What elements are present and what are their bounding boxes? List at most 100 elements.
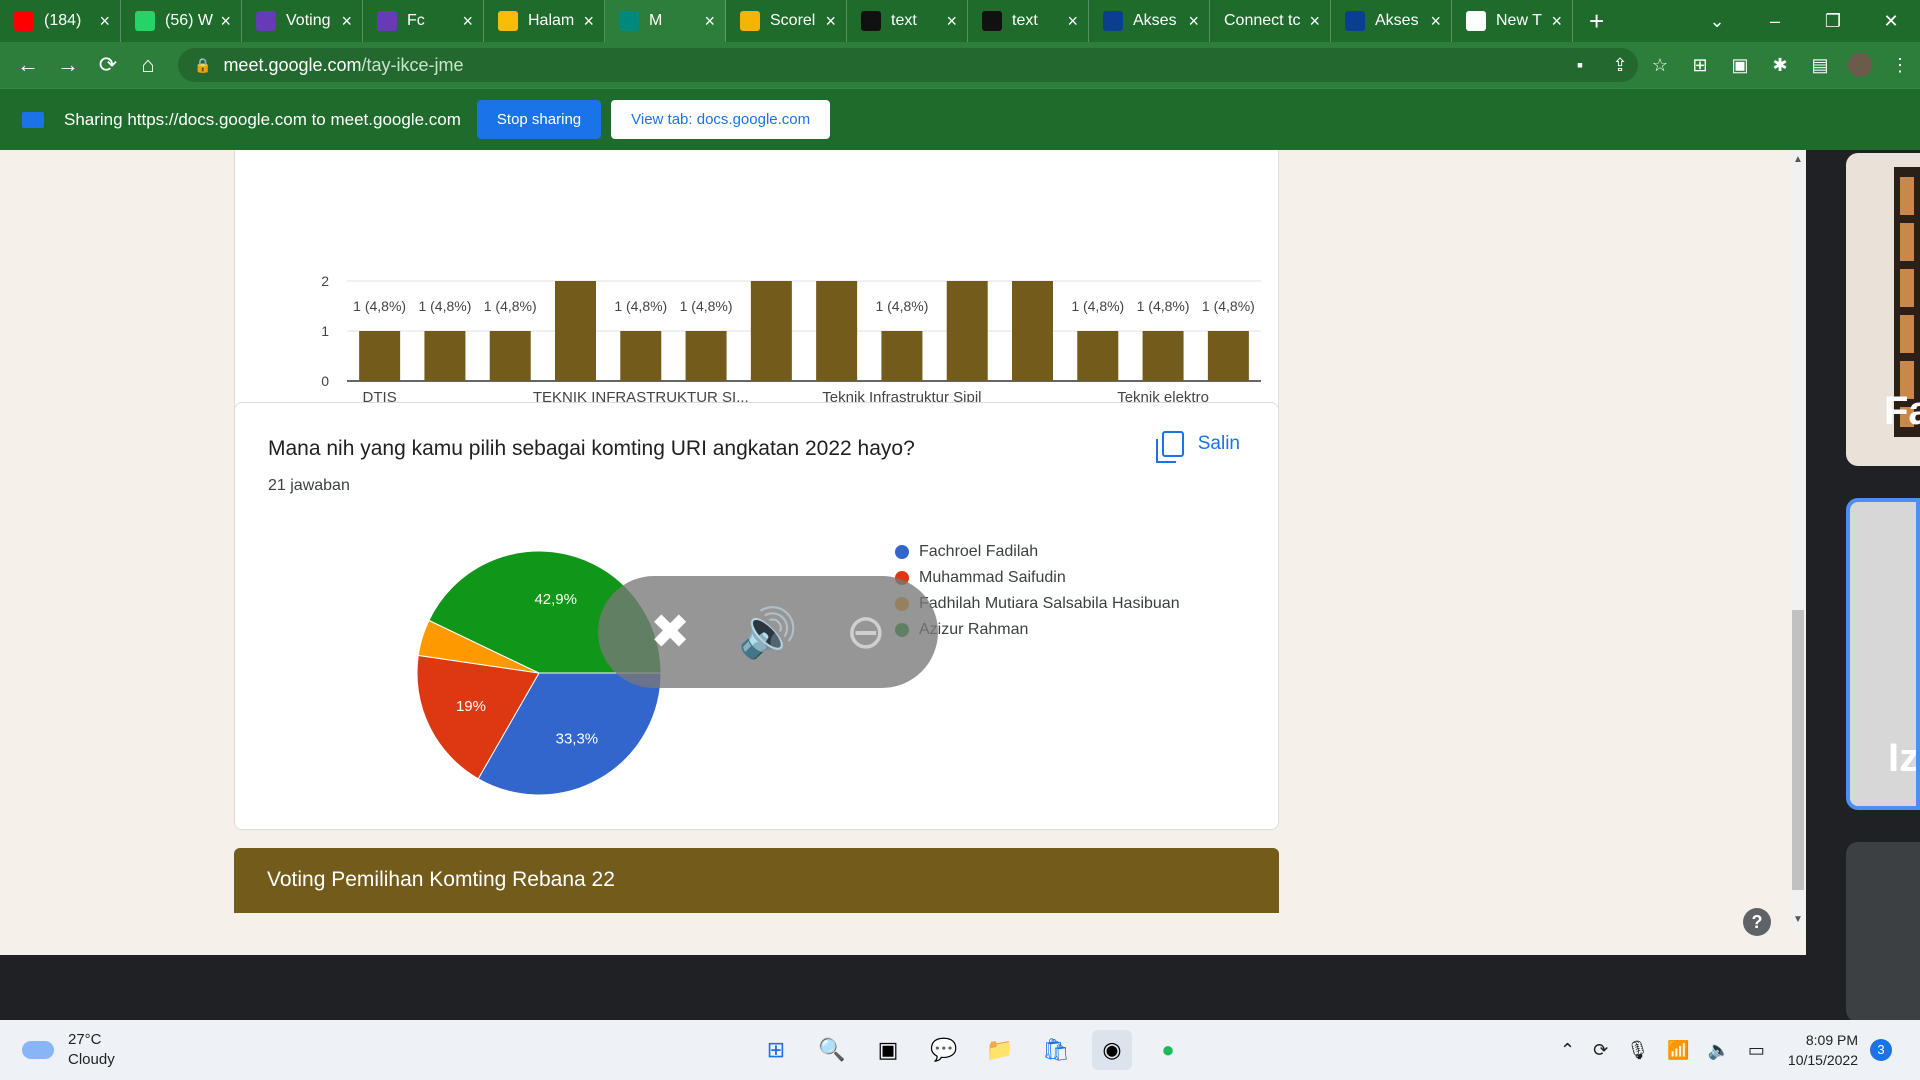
screen-share-bar: Sharing https://docs.google.com to meet.… xyxy=(0,88,1920,150)
minimize-icon[interactable]: – xyxy=(1746,11,1804,32)
presentation-controls-overlay: ✖ 🔊 ⊖ xyxy=(598,576,938,688)
tab-search-icon[interactable]: ⌄ xyxy=(1688,11,1746,32)
view-tab-button[interactable]: View tab: docs.google.com xyxy=(611,100,831,139)
close-tab-icon[interactable]: × xyxy=(825,11,836,32)
close-tab-icon[interactable]: × xyxy=(1067,11,1078,32)
temperature: 27°C xyxy=(68,1031,102,1048)
browser-tab[interactable]: Akses × xyxy=(1331,0,1452,42)
profile-avatar[interactable] xyxy=(1848,53,1872,77)
scroll-down-icon[interactable]: ▼ xyxy=(1790,914,1806,925)
close-window-icon[interactable]: ✕ xyxy=(1862,11,1920,32)
address-bar[interactable]: 🔒 meet.google.com/tay-ikce-jme xyxy=(178,48,1638,82)
back-icon[interactable]: ← xyxy=(8,52,48,78)
windows-start-icon[interactable]: ⊞ xyxy=(756,1030,796,1070)
lock-icon: 🔒 xyxy=(194,56,212,73)
browser-tab[interactable]: New T × xyxy=(1452,0,1573,42)
speaker-icon[interactable]: 🔈 xyxy=(1707,1040,1729,1061)
participant-tile[interactable]: Fa xyxy=(1846,153,1920,466)
bar-data-label: 1 (4,8%) xyxy=(484,298,537,314)
bar-data-label: 1 (4,8%) xyxy=(1071,298,1124,314)
menu-dots-icon[interactable]: ⋮ xyxy=(1880,55,1920,76)
sidepanel-icon[interactable]: ▤ xyxy=(1800,55,1840,76)
close-tab-icon[interactable]: × xyxy=(1188,11,1199,32)
puzzle-icon[interactable]: ✱ xyxy=(1760,55,1800,76)
sync-icon[interactable]: ⟳ xyxy=(1593,1040,1608,1061)
bar xyxy=(1207,331,1249,381)
bar xyxy=(946,281,988,381)
translate-icon[interactable]: ⊞ xyxy=(1680,55,1720,76)
whatsapp-icon xyxy=(135,11,155,31)
unpin-icon[interactable]: ✖ xyxy=(650,604,690,660)
browser-tab[interactable]: Fc × xyxy=(363,0,484,42)
url-path: /tay-ikce-jme xyxy=(361,54,464,75)
new-tab-icon[interactable]: + xyxy=(1589,6,1604,37)
weather-widget[interactable]: 27°C Cloudy xyxy=(22,1030,115,1070)
browser-tab[interactable]: text × xyxy=(968,0,1089,42)
legend-label: Muhammad Saifudin xyxy=(919,569,1066,586)
participant-initials: Iz xyxy=(1888,736,1920,780)
tab-strip: (184) × (56) W × Voting × Fc × Halam × M × Scorel × te… xyxy=(0,0,1920,42)
bar-data-label: 1 (4,8%) xyxy=(614,298,667,314)
battery-icon[interactable]: ▭ xyxy=(1748,1040,1765,1061)
clock[interactable]: 8:09 PM 10/15/2022 xyxy=(1788,1030,1858,1070)
notification-badge[interactable]: 3 xyxy=(1870,1039,1892,1061)
file-explorer-icon[interactable]: 📁 xyxy=(980,1030,1020,1070)
tab-label: (56) W xyxy=(165,12,213,29)
copy-icon xyxy=(1155,431,1184,463)
wifi-icon[interactable]: 📶 xyxy=(1667,1040,1689,1061)
restore-icon[interactable]: ❐ xyxy=(1804,11,1862,32)
browser-tab[interactable]: M × xyxy=(605,0,726,42)
pie-slice-label: 33,3% xyxy=(556,730,599,747)
window-controls: ⌄ – ❐ ✕ xyxy=(1688,0,1920,42)
close-tab-icon[interactable]: × xyxy=(946,11,957,32)
camera-icon[interactable]: ▪ xyxy=(1560,55,1600,76)
close-tab-icon[interactable]: × xyxy=(1309,11,1320,32)
microphone-icon[interactable]: 🎙 xyxy=(1626,1040,1649,1061)
browser-tab[interactable]: text × xyxy=(847,0,968,42)
copy-chart-button[interactable]: Salin xyxy=(1155,431,1240,463)
close-tab-icon[interactable]: × xyxy=(704,11,715,32)
close-tab-icon[interactable]: × xyxy=(462,11,473,32)
chrome-icon xyxy=(1466,11,1486,31)
scrollbar-thumb[interactable] xyxy=(1792,610,1804,890)
browser-tab[interactable]: (56) W × xyxy=(121,0,242,42)
bar xyxy=(424,331,466,381)
search-icon[interactable]: 🔍 xyxy=(812,1030,852,1070)
spotify-icon[interactable]: ● xyxy=(1148,1030,1188,1070)
browser-tab[interactable]: Voting × xyxy=(242,0,363,42)
close-tab-icon[interactable]: × xyxy=(1551,11,1562,32)
its-icon xyxy=(1345,11,1365,31)
task-view-icon[interactable]: ▣ xyxy=(868,1030,908,1070)
close-tab-icon[interactable]: × xyxy=(220,11,231,32)
remove-icon[interactable]: ⊖ xyxy=(846,604,886,660)
browser-tab[interactable]: Halam × xyxy=(484,0,605,42)
scroll-up-icon[interactable]: ▲ xyxy=(1790,154,1806,165)
extension-icon[interactable]: ▣ xyxy=(1720,55,1760,76)
legend-label: Fachroel Fadilah xyxy=(919,543,1039,560)
close-tab-icon[interactable]: × xyxy=(583,11,594,32)
browser-tab[interactable]: Scorel × xyxy=(726,0,847,42)
close-tab-icon[interactable]: × xyxy=(99,11,110,32)
participant-tile[interactable] xyxy=(1846,842,1920,1022)
volume-icon[interactable]: 🔊 xyxy=(738,604,798,661)
help-icon[interactable]: ? xyxy=(1743,908,1771,936)
close-tab-icon[interactable]: × xyxy=(1430,11,1441,32)
browser-tab[interactable]: (184) × xyxy=(0,0,121,42)
browser-tab[interactable]: Akses × xyxy=(1089,0,1210,42)
close-tab-icon[interactable]: × xyxy=(341,11,352,32)
store-icon[interactable]: 🛍 xyxy=(1036,1030,1076,1070)
chrome-icon[interactable]: ◉ xyxy=(1092,1030,1132,1070)
stop-sharing-button[interactable]: Stop sharing xyxy=(476,100,602,139)
forward-icon[interactable]: → xyxy=(48,52,88,78)
participant-tile-speaking[interactable]: Iz xyxy=(1846,498,1920,810)
form-banner: Voting Pemilihan Komting Rebana 22 xyxy=(234,848,1279,913)
chat-icon[interactable]: 💬 xyxy=(924,1030,964,1070)
share-icon[interactable]: ⇪ xyxy=(1600,55,1640,76)
chevron-up-icon[interactable]: ⌃ xyxy=(1560,1040,1575,1061)
bookmark-star-icon[interactable]: ☆ xyxy=(1640,55,1680,76)
bar xyxy=(620,331,662,381)
reload-icon[interactable]: ⟳ xyxy=(88,52,128,78)
browser-tab[interactable]: Connect tc × xyxy=(1210,0,1331,42)
home-icon[interactable]: ⌂ xyxy=(128,52,168,78)
scrollbar[interactable]: ▲ ▼ xyxy=(1790,150,1806,930)
